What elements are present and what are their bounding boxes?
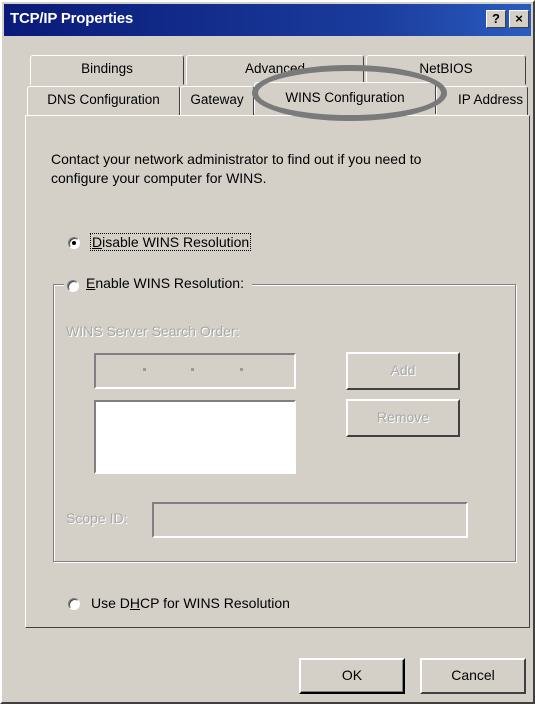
- disable-rest: isable WINS Resolution: [102, 234, 250, 250]
- close-button[interactable]: ×: [509, 10, 529, 28]
- help-button[interactable]: ?: [486, 10, 506, 28]
- tab-ip-address[interactable]: IP Address: [436, 86, 528, 116]
- ip-separator-2: [191, 368, 194, 371]
- wins-server-list[interactable]: [94, 400, 296, 474]
- tab-wins-configuration[interactable]: WINS Configuration: [254, 82, 436, 114]
- disable-accel: D: [92, 234, 103, 250]
- info-text-line1: Contact your network administrator to fi…: [51, 151, 422, 167]
- tab-gateway-label: Gateway: [190, 92, 244, 107]
- window-title: TCP/IP Properties: [10, 10, 134, 27]
- dhcp-accel: H: [129, 595, 141, 611]
- enable-accel: E: [86, 275, 96, 291]
- disable-wins-radio[interactable]: [68, 237, 80, 249]
- tab-wins-label: WINS Configuration: [285, 90, 405, 105]
- wins-server-ip-field[interactable]: [94, 353, 296, 389]
- tab-bindings-label: Bindings: [81, 61, 133, 76]
- tab-netbios[interactable]: NetBIOS: [366, 55, 526, 85]
- tab-dns-label: DNS Configuration: [47, 92, 160, 107]
- ok-button[interactable]: OK: [299, 658, 405, 694]
- dhcp-rest: CP for WINS Resolution: [140, 595, 290, 611]
- remove-button[interactable]: Remove: [346, 399, 460, 437]
- tab-ip-address-label: IP Address: [457, 92, 523, 107]
- tab-dns-configuration[interactable]: DNS Configuration: [27, 86, 180, 116]
- wins-server-search-label: WINS Server Search Order:: [66, 323, 240, 339]
- ip-separator-1: [143, 368, 146, 371]
- tab-advanced[interactable]: Advanced: [186, 55, 364, 85]
- ip-separator-3: [240, 368, 243, 371]
- cancel-button[interactable]: Cancel: [420, 658, 526, 694]
- use-dhcp-wins-radio[interactable]: [68, 598, 80, 610]
- add-button[interactable]: Add: [346, 352, 460, 390]
- tab-advanced-label: Advanced: [244, 61, 306, 76]
- title-bar[interactable]: TCP/IP Properties ? ×: [4, 4, 531, 36]
- tab-netbios-label: NetBIOS: [419, 61, 473, 76]
- scope-id-label: Scope ID:: [66, 510, 128, 526]
- enable-wins-legend: Enable WINS Resolution:: [64, 275, 253, 293]
- dhcp-prefix: Use D: [91, 595, 130, 611]
- enable-wins-radio[interactable]: [67, 280, 79, 292]
- info-text-line2: configure your computer for WINS.: [51, 170, 267, 186]
- radio-selected-dot: [72, 241, 76, 245]
- enable-wins-label[interactable]: Enable WINS Resolution:: [86, 275, 244, 291]
- scope-id-field[interactable]: [152, 502, 468, 538]
- disable-wins-label[interactable]: Disable WINS Resolution: [89, 233, 252, 251]
- tab-bindings[interactable]: Bindings: [30, 55, 184, 85]
- tcpip-properties-dialog: TCP/IP Properties ? × Bindings Advanced …: [0, 0, 535, 704]
- use-dhcp-wins-label[interactable]: Use DHCP for WINS Resolution: [91, 595, 290, 611]
- tab-gateway[interactable]: Gateway: [180, 86, 254, 116]
- enable-rest: nable WINS Resolution:: [95, 275, 244, 291]
